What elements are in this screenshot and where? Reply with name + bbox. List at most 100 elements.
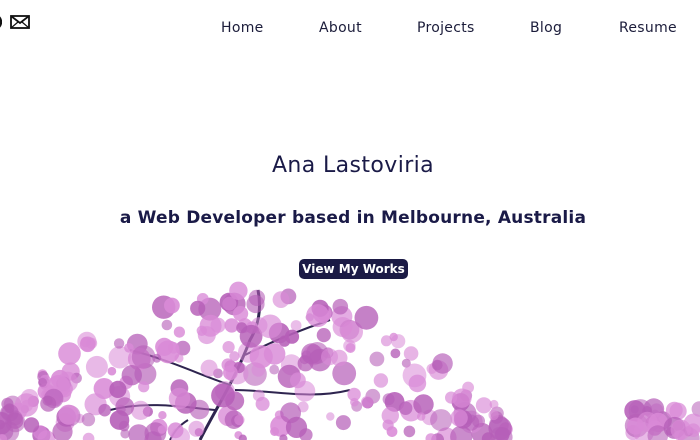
blossom-flower <box>432 359 443 371</box>
nav-blog[interactable]: Blog <box>530 20 562 36</box>
blossom-flower <box>131 345 156 369</box>
blossom-flower <box>223 365 238 381</box>
blossom-flower <box>258 314 283 339</box>
blossom-flower <box>233 306 249 322</box>
social-links <box>0 13 30 31</box>
blossom-flower <box>107 366 117 376</box>
blossom-flower <box>290 372 306 389</box>
blossom-flower <box>413 394 434 415</box>
blossom-flower <box>196 325 207 336</box>
blossom-flower <box>164 297 180 314</box>
blossom-flower <box>189 399 210 420</box>
blossom-flower <box>222 341 235 354</box>
blossom-flower <box>306 304 330 328</box>
blossom-flower <box>350 397 359 407</box>
blossom-flower <box>168 387 191 410</box>
blossom-flower <box>488 409 499 421</box>
blossom-flower <box>403 346 419 361</box>
blossom-flower <box>188 420 205 437</box>
blossom-flower <box>121 365 142 386</box>
blossom-flower <box>280 402 301 424</box>
partial-circle-icon[interactable] <box>0 13 3 31</box>
blossom-flower <box>158 411 167 420</box>
blossom-flower <box>1 397 14 410</box>
blossom-flower <box>23 417 40 433</box>
blossom-flower <box>174 353 184 363</box>
top-bar: Home About Projects Blog Resume <box>0 0 700 56</box>
blossom-flower <box>255 396 270 411</box>
blossom-flower <box>155 337 174 356</box>
blossom-flower <box>630 405 639 414</box>
blossom-flower <box>382 419 394 431</box>
blossom-flower <box>402 363 427 388</box>
blossom-flower <box>284 329 300 344</box>
blossom-flower <box>7 412 24 429</box>
blossom-flower <box>361 396 374 409</box>
blossom-flower <box>290 320 302 331</box>
blossom-flower <box>120 429 130 439</box>
blossom-flower <box>369 351 385 367</box>
blossom-flower <box>391 334 406 349</box>
blossom-flower <box>77 331 97 351</box>
blossom-flower <box>316 328 331 343</box>
blossom-flower <box>20 389 39 407</box>
blossom-flower <box>354 305 379 330</box>
blossom-flower <box>251 363 266 377</box>
blossom-flower <box>58 404 79 425</box>
blossom-flower <box>38 377 47 387</box>
blossom-flower <box>229 281 248 300</box>
blossom-flower <box>489 399 499 409</box>
blossom-flower <box>246 294 265 314</box>
blossom-flower <box>403 425 416 438</box>
blossom-flower <box>430 409 453 432</box>
hero-name: Ana Lastoviria <box>271 153 435 178</box>
blossom-flower <box>326 412 335 421</box>
blossom-flower <box>81 412 96 427</box>
blossom-flower <box>40 395 57 412</box>
blossom-flower <box>670 419 691 440</box>
nav-about[interactable]: About <box>319 20 362 36</box>
blossom-flower <box>236 322 248 334</box>
blossom-flower <box>335 415 351 431</box>
blossom-clusters <box>0 281 700 440</box>
blossom-flower <box>270 427 280 436</box>
blossom-flower <box>390 348 401 359</box>
envelope-icon[interactable] <box>10 14 30 30</box>
blossom-flower <box>173 326 185 338</box>
view-my-works-button[interactable]: View My Works <box>299 259 408 279</box>
nav-resume[interactable]: Resume <box>619 20 677 36</box>
blossom-flower <box>98 403 111 417</box>
blossom-flower <box>113 338 125 349</box>
blossom-flower <box>200 359 218 377</box>
blossom-flower <box>157 425 167 434</box>
blossom-flower <box>224 318 239 333</box>
blossom-flower <box>57 371 78 393</box>
nav-home[interactable]: Home <box>221 20 264 36</box>
blossom-flower <box>115 397 135 417</box>
blossom-flower <box>373 373 389 388</box>
blossom-flower <box>161 319 173 331</box>
blossom-flower <box>58 342 81 365</box>
blossom-flower <box>124 343 134 353</box>
blossom-flower <box>332 298 349 315</box>
blossom-flower <box>445 391 458 404</box>
blossom-flower <box>665 401 683 419</box>
blossom-flower <box>417 412 426 421</box>
nav-projects[interactable]: Projects <box>417 20 475 36</box>
blossom-flower <box>398 401 413 415</box>
blossom-flower <box>450 409 468 427</box>
blossom-flower <box>345 343 356 353</box>
blossom-flower <box>234 414 245 426</box>
blossom-flower <box>321 348 338 366</box>
blossom-flower <box>131 400 151 420</box>
hero-tagline: a Web Developer based in Melbourne, Aust… <box>119 208 587 228</box>
blossom-flower <box>382 393 395 406</box>
blossom-flower <box>475 397 492 414</box>
blossom-flower <box>211 383 235 408</box>
blossom-flower <box>269 364 280 375</box>
blossom-flower <box>138 381 150 393</box>
blossom-flower <box>272 291 290 308</box>
blossom-flower <box>109 380 127 398</box>
blossom-flower <box>152 353 162 363</box>
blossom-flower <box>190 300 206 316</box>
